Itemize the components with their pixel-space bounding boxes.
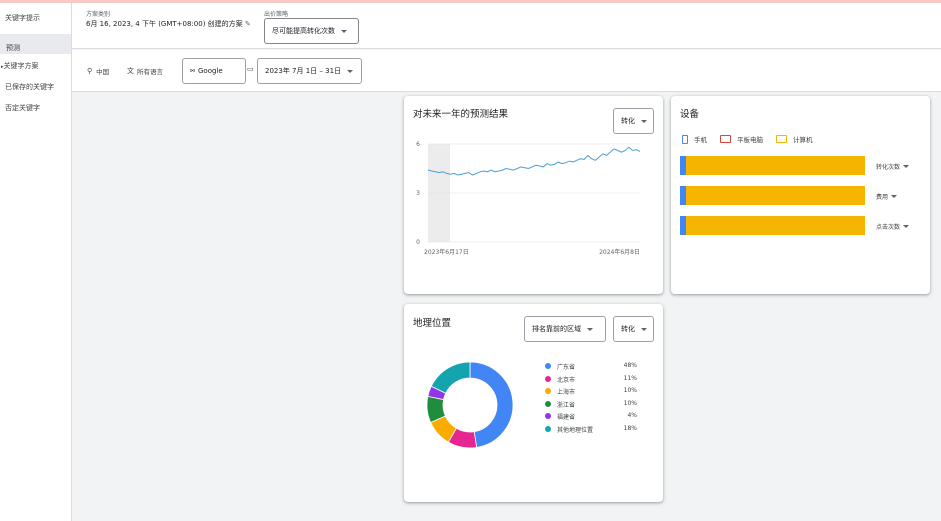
legend-dot bbox=[545, 363, 551, 369]
legend-dot bbox=[545, 400, 551, 407]
forecast-line-chart: 6 3 0 2023年6月17日 2024年6月8日 bbox=[416, 141, 641, 256]
chevron-down-icon bbox=[891, 195, 898, 198]
filter-bar: ⚲ 中国 文所有语言 ⋈ Google ▭ 2023年 7月 1日 – 31日 bbox=[72, 50, 941, 92]
x-tick-label: 2024年6月8日 bbox=[599, 248, 640, 256]
phone-icon bbox=[682, 134, 688, 144]
device-metric-clicks-select[interactable]: 点击次数 bbox=[876, 222, 910, 231]
location-filter[interactable]: ⚲ 中国 bbox=[87, 66, 109, 76]
plan-label: 方案类别 bbox=[86, 11, 111, 18]
device-metric-conversions-select[interactable]: 转化次数 bbox=[876, 162, 910, 171]
device-bar-cost bbox=[680, 186, 865, 205]
geo-region-select[interactable]: 排名靠前的区域 bbox=[524, 316, 606, 342]
y-tick-label: 3 bbox=[416, 190, 420, 197]
geo-legend-name: 浙江省 bbox=[557, 401, 576, 409]
geo-legend-percent: 48% bbox=[623, 362, 637, 369]
geo-legend-percent: 10% bbox=[623, 387, 637, 395]
devices-title: 设备 bbox=[680, 109, 700, 120]
legend-dot bbox=[545, 388, 551, 395]
device-legend-computer: 计算机 bbox=[776, 134, 813, 144]
legend-dot bbox=[545, 426, 551, 432]
chevron-down-icon bbox=[341, 29, 347, 33]
geo-legend-percent: 18% bbox=[623, 425, 637, 432]
geo-card: 地理位置 排名靠前的区域 转化 广东省 48% 北京市 11% 上海市 10% 浙江省 10%… bbox=[404, 304, 663, 502]
translate-icon: 文 bbox=[127, 67, 134, 75]
pencil-icon[interactable]: ✎ bbox=[245, 20, 251, 28]
chevron-down-icon bbox=[641, 327, 647, 331]
geo-legend-percent: 10% bbox=[623, 399, 637, 407]
geo-metric-select[interactable]: 转化 bbox=[613, 316, 654, 342]
computer-icon bbox=[776, 135, 787, 143]
location-pin-icon: ⚲ bbox=[87, 67, 93, 75]
geo-legend-percent: 4% bbox=[627, 412, 637, 420]
geo-title: 地理位置 bbox=[413, 318, 452, 329]
chevron-down-icon bbox=[587, 327, 593, 331]
network-icon: ⋈ bbox=[190, 68, 195, 74]
geo-legend-name: 上海市 bbox=[557, 389, 576, 397]
chevron-down-icon bbox=[903, 165, 910, 168]
plan-header: 方案类别 6月 16, 2023, 4 下午 (GMT+08:00) 创建的方案… bbox=[72, 3, 941, 49]
y-tick-label: 6 bbox=[416, 141, 420, 148]
legend-dot bbox=[545, 413, 551, 420]
device-legend-mobile: 手机 bbox=[682, 134, 707, 144]
plan-name: 6月 16, 2023, 4 下午 (GMT+08:00) 创建的方案 ✎ bbox=[86, 20, 251, 28]
donut-slice bbox=[430, 361, 471, 394]
geo-legend-name: 广东省 bbox=[557, 364, 576, 371]
device-bar-conversions bbox=[680, 156, 865, 175]
date-range-filter[interactable]: 2023年 7月 1日 – 31日 bbox=[257, 58, 362, 84]
device-metric-cost-select[interactable]: 费用 bbox=[876, 192, 898, 201]
sidebar-item-forecast[interactable]: 预测 bbox=[0, 34, 71, 54]
device-bar-clicks bbox=[680, 216, 865, 235]
calendar-icon: ▭ bbox=[247, 65, 254, 73]
sidebar-item-saved-keywords[interactable]: 已保存的关键字 bbox=[5, 82, 54, 92]
y-tick-label: 0 bbox=[416, 239, 420, 246]
bid-strategy-label: 出价策略 bbox=[264, 11, 289, 18]
forecast-series-line bbox=[427, 146, 641, 176]
geo-donut-chart bbox=[426, 361, 514, 449]
chevron-down-icon bbox=[347, 69, 354, 73]
language-filter[interactable]: 文所有语言 bbox=[127, 66, 163, 76]
sidebar-item-keyword-plan[interactable]: ▸关键字方案 bbox=[1, 61, 39, 71]
x-tick-label: 2023年6月17日 bbox=[424, 248, 469, 256]
bid-strategy-select[interactable]: 尽可能提高转化次数 bbox=[264, 18, 359, 44]
donut-slice bbox=[469, 361, 514, 448]
sidebar: 关键字提示 预测 ▸关键字方案 已保存的关键字 否定关键字 bbox=[0, 3, 72, 521]
sidebar-item-negative-keywords[interactable]: 否定关键字 bbox=[5, 103, 40, 113]
forecast-card: 对未来一年的预测结果 转化 6 3 0 2023年6月17日 2024年6月8日 bbox=[404, 96, 663, 294]
sidebar-item-keyword-ideas[interactable]: 关键字提示 bbox=[5, 13, 40, 23]
tablet-icon bbox=[720, 135, 731, 143]
geo-legend-name: 福建省 bbox=[557, 414, 576, 422]
geo-legend-name: 北京市 bbox=[557, 376, 576, 384]
chevron-down-icon bbox=[903, 225, 910, 228]
device-legend-tablet: 平板电脑 bbox=[720, 134, 763, 144]
legend-dot bbox=[545, 375, 551, 382]
devices-card: 设备 手机 平板电脑 计算机 转化次数 费用 点击次数 bbox=[671, 96, 930, 294]
network-filter[interactable]: ⋈ Google bbox=[182, 58, 246, 84]
geo-legend-percent: 11% bbox=[623, 374, 637, 382]
geo-legend-name: 其他地理位置 bbox=[557, 427, 594, 434]
